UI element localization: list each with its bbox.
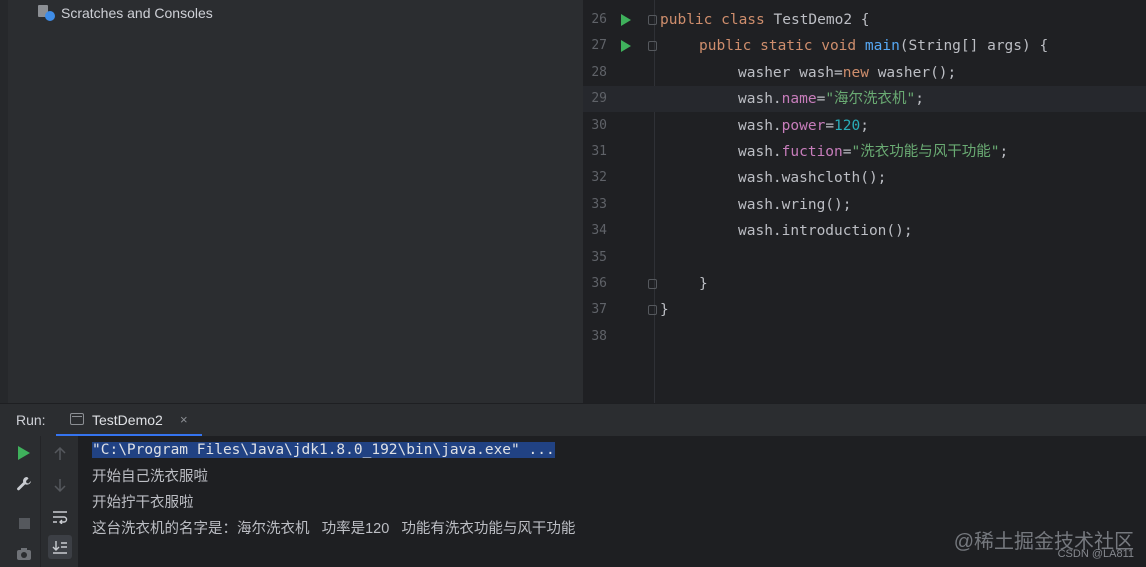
line-number: 29 — [591, 91, 607, 106]
stop-icon — [18, 517, 30, 529]
line-number: 32 — [591, 170, 607, 185]
fold-icon[interactable] — [648, 15, 657, 25]
soft-wrap-icon — [53, 511, 68, 524]
code-token: ; — [915, 91, 925, 107]
line-number: 31 — [591, 144, 607, 159]
code-line-37: 37 } — [583, 297, 1146, 323]
code-text: wash.introduction(); — [738, 223, 913, 239]
line-number: 33 — [591, 197, 607, 212]
line-number: 35 — [591, 250, 607, 265]
rerun-button[interactable] — [12, 441, 36, 465]
code-line-26: 26 public class TestDemo2 { — [583, 7, 1146, 33]
console-output-line: 这台洗衣机的名字是：海尔洗衣机 功率是120 功能有洗衣功能与风干功能 — [92, 521, 576, 537]
line-number: 30 — [591, 118, 607, 133]
line-number: 26 — [591, 12, 607, 27]
fold-icon[interactable] — [648, 279, 657, 289]
play-icon — [18, 446, 30, 460]
code-line-36: 36 } — [583, 271, 1146, 297]
scratches-and-consoles-item[interactable]: Scratches and Consoles — [38, 4, 213, 22]
wrench-icon — [17, 477, 31, 491]
code-line-35: 35 — [583, 245, 1146, 271]
scroll-to-end-icon — [52, 541, 67, 554]
scroll-up-button[interactable] — [48, 442, 72, 466]
code-token: wash. — [738, 118, 782, 134]
code-text: } — [660, 302, 669, 318]
scratches-label: Scratches and Consoles — [61, 5, 213, 21]
scroll-down-button[interactable] — [48, 473, 72, 497]
code-token: power — [781, 118, 826, 134]
close-icon[interactable]: × — [180, 412, 188, 427]
code-text: wash.washcloth(); — [738, 170, 887, 186]
arrow-up-icon — [54, 447, 66, 460]
line-number: 27 — [591, 38, 607, 53]
watermark-sub: CSDN @LA811 — [1057, 548, 1134, 560]
code-token: new — [842, 65, 869, 81]
code-token: wash. — [738, 144, 782, 160]
code-token: washer(); — [868, 65, 957, 81]
project-panel: Scratches and Consoles — [8, 0, 582, 403]
code-token: "洗衣功能与风干功能" — [851, 144, 1000, 160]
code-token: public class — [660, 12, 774, 28]
tab-title: TestDemo2 — [92, 412, 163, 428]
console-output-line: 开始自己洗衣服啦 — [92, 469, 208, 485]
console-tab-icon — [70, 413, 84, 425]
code-token: 120 — [834, 118, 861, 134]
code-line-30: 30 wash.power=120; — [583, 113, 1146, 139]
scratches-icon — [38, 4, 55, 22]
code-text: } — [699, 276, 708, 292]
code-line-38: 38 — [583, 324, 1146, 350]
code-token: = — [825, 118, 835, 134]
code-token: "海尔洗衣机" — [825, 91, 916, 107]
code-line-33: 33 wash.wring(); — [583, 192, 1146, 218]
line-number: 34 — [591, 223, 607, 238]
code-token: main — [864, 38, 900, 54]
arrow-down-icon — [54, 479, 66, 492]
code-line-27: 27 public static void main(String[] args… — [583, 33, 1146, 59]
line-number: 37 — [591, 302, 607, 317]
run-toolbar — [0, 436, 40, 567]
code-token: TestDemo2 { — [773, 12, 870, 28]
code-line-34: 34 wash.introduction(); — [583, 218, 1146, 244]
code-token: washer wash= — [738, 65, 843, 81]
code-token: wash. — [738, 91, 782, 107]
code-token: (String[] args) { — [899, 38, 1049, 54]
code-token: = — [842, 144, 852, 160]
code-editor[interactable]: 26 public class TestDemo2 { 27 public st… — [583, 0, 1146, 403]
code-token: ; — [999, 144, 1009, 160]
code-line-31: 31 wash.fuction="洗衣功能与风干功能"; — [583, 139, 1146, 165]
scroll-to-end-button[interactable] — [48, 535, 72, 559]
code-token: ; — [860, 118, 869, 134]
run-tool-window-header: Run: TestDemo2 × — [0, 403, 1146, 437]
console-output-line: 开始拧干衣服啦 — [92, 495, 194, 511]
run-console[interactable]: "C:\Program Files\Java\jdk1.8.0_192\bin\… — [0, 436, 1146, 567]
code-token: public static void — [699, 38, 865, 54]
code-token: = — [816, 91, 826, 107]
code-token: fuction — [781, 144, 843, 160]
fold-icon[interactable] — [648, 41, 657, 51]
command-line-text: "C:\Program Files\Java\jdk1.8.0_192\bin\… — [92, 442, 555, 458]
camera-icon — [17, 548, 31, 560]
console-toolbar — [40, 436, 78, 567]
code-line-29: 29 wash.name="海尔洗衣机"; — [583, 86, 1146, 112]
run-main-icon[interactable] — [621, 40, 631, 52]
code-token: name — [781, 91, 817, 107]
tab-testdemo2[interactable]: TestDemo2 × — [56, 404, 202, 437]
run-label: Run: — [16, 412, 46, 428]
soft-wrap-button[interactable] — [48, 505, 72, 529]
console-command-line: "C:\Program Files\Java\jdk1.8.0_192\bin\… — [92, 440, 555, 460]
settings-button[interactable] — [12, 472, 36, 496]
fold-icon[interactable] — [648, 305, 657, 315]
code-line-28: 28 washer wash=new washer(); — [583, 60, 1146, 86]
code-text: wash.wring(); — [738, 197, 852, 213]
run-class-icon[interactable] — [621, 14, 631, 26]
line-number: 38 — [591, 329, 607, 344]
code-line-32: 32 wash.washcloth(); — [583, 165, 1146, 191]
stop-button[interactable] — [12, 511, 36, 535]
line-number: 36 — [591, 276, 607, 291]
screenshot-button[interactable] — [12, 542, 36, 566]
line-number: 28 — [591, 65, 607, 80]
